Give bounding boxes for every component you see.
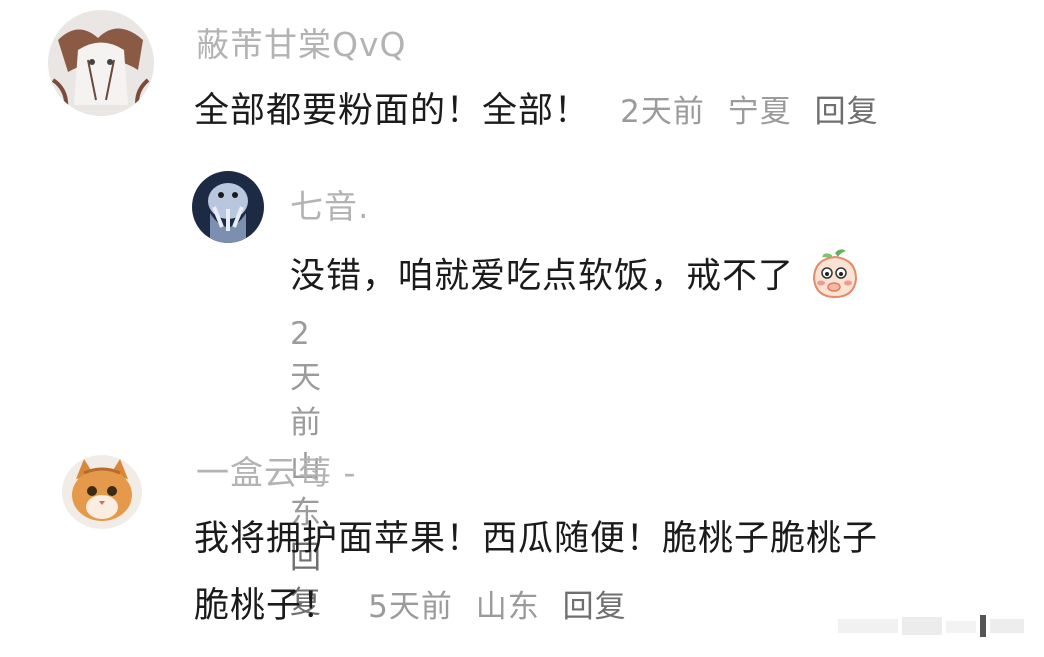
comment-text-line-2: 脆桃子！ 5天前 山东 回复 <box>194 577 639 628</box>
user-avatar[interactable] <box>62 455 142 529</box>
comment-time: 5天前 <box>368 589 453 625</box>
comment-time: 2天前 <box>620 94 705 130</box>
reply-button[interactable]: 回复 <box>563 589 627 625</box>
comment-text: 没错，咱就爱吃点软饭，戒不了 <box>290 247 860 308</box>
cat-avatar-icon <box>62 455 142 529</box>
comment-body: 全部都要粉面的！全部！ <box>194 91 591 131</box>
user-avatar[interactable] <box>48 10 154 116</box>
shy-peach-emoji-icon <box>810 247 860 308</box>
avatar-illustration-icon <box>48 10 154 116</box>
watermark-logo <box>838 613 1028 639</box>
comment-text-line-1: 我将拥护面苹果！西瓜随便！脆桃子脆桃子 <box>194 519 879 559</box>
comment-location: 山东 <box>475 589 540 625</box>
comment-text: 全部都要粉面的！全部！ 2天前 宁夏 回复 <box>194 82 891 133</box>
comment-location: 宁夏 <box>727 94 792 130</box>
username[interactable]: 七音. <box>290 180 370 228</box>
comment-body-end: 脆桃子！ <box>194 586 339 626</box>
comment-body: 没错，咱就爱吃点软饭，戒不了 <box>290 256 795 297</box>
reply-button[interactable]: 回复 <box>815 94 879 130</box>
avatar-photo-icon <box>192 171 264 243</box>
username[interactable]: 一盒云莓 - <box>196 446 356 494</box>
comment-time: 2天前 <box>290 316 322 441</box>
username[interactable]: 蔽芾甘棠QvQ <box>196 18 406 66</box>
user-avatar[interactable] <box>192 171 264 243</box>
